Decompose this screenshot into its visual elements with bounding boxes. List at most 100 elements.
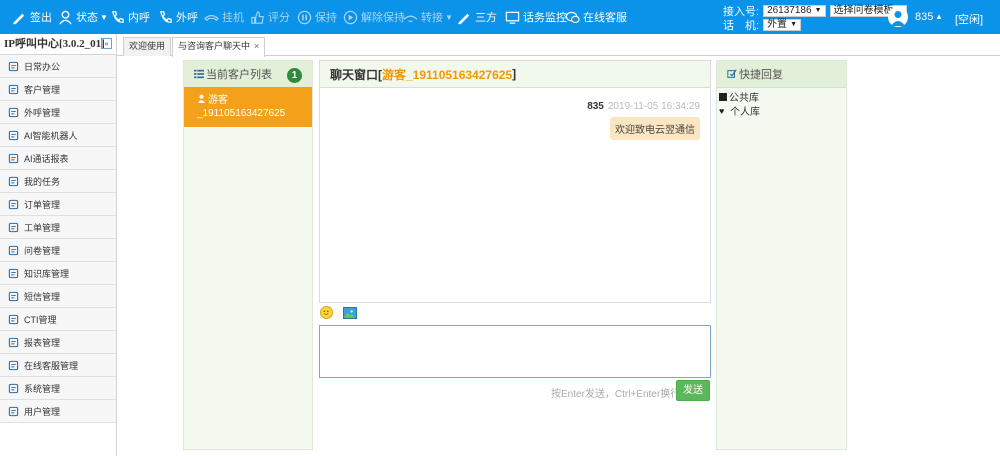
sidebar-item-label: 日常办公 [24, 61, 61, 72]
sidebar: IP呼叫中心[3.0.2_01] « 日常办公客户管理外呼管理 AI智能机器人 AI… [0, 34, 117, 456]
sidebar-item-label: 在线客服管理 [24, 360, 79, 371]
online-service-icon [565, 11, 580, 23]
sidebar-item-settings[interactable]: 系统管理 [0, 377, 116, 400]
call-monitor-button[interactable]: 话务监控 [505, 9, 567, 25]
sidebar-item-sms[interactable]: 短信管理 [0, 285, 116, 308]
edit-icon [727, 69, 737, 78]
conference-icon [457, 13, 470, 24]
cti-icon [7, 313, 19, 325]
robot-icon [7, 129, 19, 141]
send-button[interactable]: 发送 [676, 380, 710, 401]
user-icon [7, 405, 19, 417]
message-input[interactable] [319, 325, 711, 378]
user-name[interactable]: 835 [915, 11, 933, 23]
sidebar-item-label: 工单管理 [24, 222, 61, 233]
chat-window: 聊天窗口[游客_191105163427625] 835 2019-11-05 1… [319, 60, 711, 303]
headset-icon [7, 106, 19, 118]
sidebar-item-task[interactable]: 我的任务 [0, 170, 116, 193]
chevron-up-icon[interactable]: ▲ [935, 12, 943, 21]
sidebar-item-survey[interactable]: 问卷管理 [0, 239, 116, 262]
customer-list-panel: 当前客户列表 1 游客 _191105163427625 [183, 60, 313, 450]
survey-icon [7, 244, 19, 256]
monitor-icon [505, 11, 520, 24]
sidebar-item-label: 问卷管理 [24, 245, 61, 256]
sidebar-item-label: 知识库管理 [24, 268, 70, 279]
sidebar-item-knowledge[interactable]: 知识库管理 [0, 262, 116, 285]
unhold-button[interactable]: 解除保持 [343, 9, 405, 25]
sidebar-item-label: 外呼管理 [24, 107, 61, 118]
status-button[interactable]: 状态 ▼ [58, 9, 108, 25]
message-bubble: 欢迎致电云翌通信 [610, 117, 700, 140]
hangup-icon [204, 14, 219, 21]
message-time: 2019-11-05 16:34:29 [607, 101, 700, 112]
close-icon[interactable]: × [254, 41, 259, 51]
send-hint: 按Enter发送，Ctrl+Enter换行 [551, 389, 681, 400]
sidebar-item-order[interactable]: 订单管理 [0, 193, 116, 216]
ai-report-icon [7, 152, 19, 164]
sidebar-item-cti[interactable]: CTI管理 [0, 308, 116, 331]
sidebar-item-chat[interactable]: 在线客服管理 [0, 354, 116, 377]
user-avatar-icon [891, 11, 905, 26]
sidebar-item-robot[interactable]: AI智能机器人 [0, 124, 116, 147]
message-meta: 835 2019-11-05 16:34:29 [587, 101, 700, 112]
sidebar-item-label: 系统管理 [24, 383, 61, 394]
user-icon [197, 94, 206, 103]
visitor-id: 游客_191105163427625 [382, 67, 513, 82]
message-sender: 835 [587, 101, 604, 112]
sms-icon [7, 290, 19, 302]
sidebar-item-label: AI通话报表 [24, 153, 69, 164]
tab-bar: 欢迎使用 与咨询客户聊天中 × [117, 34, 1000, 57]
transfer-button[interactable]: 转接 ▼ [403, 9, 453, 25]
chevron-down-icon: ▼ [790, 20, 797, 28]
sidebar-item-label: 客户管理 [24, 84, 61, 95]
ticket-icon [7, 221, 19, 233]
online-service-button[interactable]: 在线客服 [565, 9, 627, 25]
sign-out-button[interactable]: 签出 [12, 9, 52, 25]
collapse-sidebar-button[interactable]: « [101, 38, 112, 49]
image-icon[interactable] [343, 307, 357, 319]
customer-item-active[interactable]: 游客 _191105163427625 [184, 87, 312, 127]
sidebar-item-headset[interactable]: 外呼管理 [0, 101, 116, 124]
sidebar-item-customer[interactable]: 客户管理 [0, 78, 116, 101]
chevron-down-icon: ▼ [814, 6, 822, 14]
trunk-select[interactable]: 26137186 ▼ [763, 4, 826, 17]
list-icon [194, 69, 204, 79]
rating-icon [251, 10, 264, 24]
tab-chat[interactable]: 与咨询客户聊天中 × [172, 37, 266, 57]
quick-reply-personal-library[interactable]: ♥ 个人库 [719, 103, 760, 118]
quick-reply-panel: 快捷回复 公共库 ♥ 个人库 [716, 60, 847, 450]
phone-select[interactable]: 外置 ▼ [763, 18, 801, 31]
sidebar-title: IP呼叫中心[3.0.2_01] « [0, 34, 116, 55]
hold-button[interactable]: 保持 [297, 9, 337, 25]
heart-icon: ♥ [719, 105, 725, 116]
outbound-call-icon [160, 10, 172, 23]
status-icon [59, 10, 72, 25]
chat-icon [7, 359, 19, 371]
sidebar-item-daily-office[interactable]: 日常办公 [0, 55, 116, 78]
rating-button[interactable]: 评分 [250, 9, 290, 25]
order-icon [7, 198, 19, 210]
avatar[interactable] [888, 7, 908, 27]
hold-icon [297, 10, 312, 24]
chevron-down-icon: ▼ [445, 12, 453, 22]
settings-icon [7, 382, 19, 394]
conference-button[interactable]: 三方 [457, 9, 497, 25]
customer-icon [7, 83, 19, 95]
internal-call-button[interactable]: 内呼 [110, 9, 150, 25]
trunk-settings: 接入号: 26137186▼ 选择问卷模板▼ 话 机: 外置▼ [723, 4, 908, 32]
sidebar-item-ai-report[interactable]: AI通话报表 [0, 147, 116, 170]
knowledge-icon [7, 267, 19, 279]
sidebar-item-user[interactable]: 用户管理 [0, 400, 116, 423]
sidebar-item-report[interactable]: 报表管理 [0, 331, 116, 354]
hangup-button[interactable]: 挂机 [204, 9, 244, 25]
agent-status-badge: [空闲] [955, 14, 984, 26]
sidebar-menu: 日常办公客户管理外呼管理 AI智能机器人 AI通话报表 我的任务订单管理工单管理问卷管… [0, 55, 116, 423]
emoji-icon[interactable] [320, 306, 333, 319]
sidebar-item-label: CTI管理 [24, 314, 57, 325]
sidebar-item-ticket[interactable]: 工单管理 [0, 216, 116, 239]
tab-welcome[interactable]: 欢迎使用 [123, 37, 172, 56]
quick-reply-public-library[interactable]: 公共库 [719, 89, 759, 104]
customer-count-badge: 1 [287, 68, 302, 83]
outbound-call-button[interactable]: 外呼 [158, 9, 198, 25]
sidebar-item-label: 我的任务 [24, 176, 61, 187]
